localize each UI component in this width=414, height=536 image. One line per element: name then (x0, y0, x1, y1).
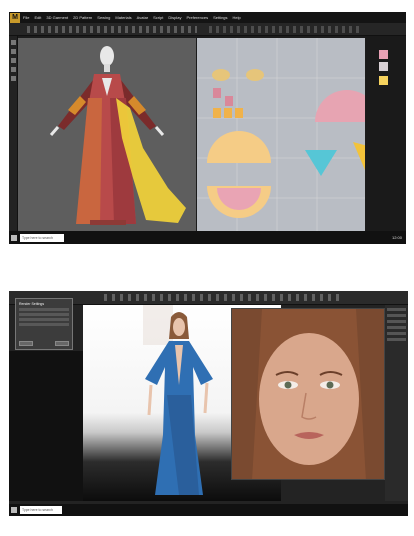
tool-icon[interactable] (10, 40, 16, 45)
fabric-swatch[interactable] (379, 62, 388, 71)
menu-3d-garment[interactable]: 3D Garment (46, 15, 68, 20)
taskbar-search-input[interactable]: Type here to search (20, 506, 62, 514)
tool-icon[interactable] (10, 67, 16, 72)
pattern-pieces (197, 38, 379, 231)
dialog-option[interactable] (19, 318, 69, 321)
panel-row[interactable] (387, 308, 406, 311)
parameters-panel (385, 305, 408, 501)
pattern-piece (305, 150, 337, 176)
avatar-head (173, 318, 185, 336)
app-logo: M (10, 12, 20, 23)
face (259, 333, 359, 465)
windows-start-icon[interactable] (11, 234, 17, 241)
dialog-option[interactable] (19, 313, 69, 316)
scene-panel (9, 351, 83, 501)
menu-2d-pattern[interactable]: 2D Pattern (73, 15, 92, 20)
panel-row[interactable] (387, 332, 406, 335)
panel-row[interactable] (387, 320, 406, 323)
pattern-piece (212, 69, 230, 81)
menu-preferences[interactable]: Preferences (187, 15, 209, 20)
eye (284, 381, 292, 389)
3d-viewport[interactable] (18, 38, 196, 231)
dialog-option[interactable] (19, 308, 69, 311)
render-app-screenshot: Render Settings Type here to search (9, 291, 408, 516)
left-tool-strip (9, 36, 18, 231)
tool-icon[interactable] (10, 49, 16, 54)
pattern-piece (207, 131, 271, 163)
render-settings-dialog: Render Settings (15, 298, 73, 350)
cancel-button[interactable] (55, 341, 69, 346)
pattern-piece (246, 69, 264, 81)
menu-avatar[interactable]: Avatar (137, 15, 149, 20)
menu-bar: M File Edit 3D Garment 2D Pattern Sewing… (9, 12, 406, 23)
tool-icon[interactable] (10, 58, 16, 63)
render-preview-window (231, 308, 385, 480)
menu-sewing[interactable]: Sewing (97, 15, 110, 20)
apply-button[interactable] (19, 341, 33, 346)
tray-clock: 12:00 (391, 235, 402, 240)
avatar-head (100, 46, 114, 66)
menu-settings[interactable]: Settings (213, 15, 227, 20)
windows-taskbar: Type here to search 12:00 (9, 231, 406, 244)
menu-file[interactable]: File (23, 15, 29, 20)
windows-start-icon[interactable] (11, 507, 17, 513)
fabric-swatch[interactable] (379, 76, 388, 85)
menu-edit[interactable]: Edit (34, 15, 41, 20)
garment-app-screenshot: M File Edit 3D Garment 2D Pattern Sewing… (9, 12, 406, 244)
fabric-swatch[interactable] (379, 50, 388, 59)
taskbar-search-input[interactable]: Type here to search (20, 233, 64, 242)
panel-row[interactable] (387, 338, 406, 341)
pattern-piece (315, 90, 379, 122)
menu-display[interactable]: Display (168, 15, 181, 20)
menu-materials[interactable]: Materials (115, 15, 131, 20)
pattern-piece (353, 142, 375, 170)
menu-help[interactable]: Help (233, 15, 241, 20)
3d-toolbar-icons[interactable] (27, 26, 197, 33)
eye (326, 381, 334, 389)
portrait-render (232, 309, 384, 479)
object-browser-panel (366, 36, 406, 231)
panel-row[interactable] (387, 314, 406, 317)
tool-icon[interactable] (10, 76, 16, 81)
dialog-option[interactable] (19, 323, 69, 326)
toolbar-icons[interactable] (104, 294, 344, 301)
panel-row[interactable] (387, 326, 406, 329)
2d-pattern-window[interactable] (197, 38, 379, 231)
avatar-garment-3d (49, 46, 186, 225)
windows-taskbar: Type here to search (9, 504, 408, 516)
2d-toolbar-icons[interactable] (209, 26, 359, 33)
dialog-title: Render Settings (19, 302, 45, 306)
menu-script[interactable]: Script (153, 15, 163, 20)
